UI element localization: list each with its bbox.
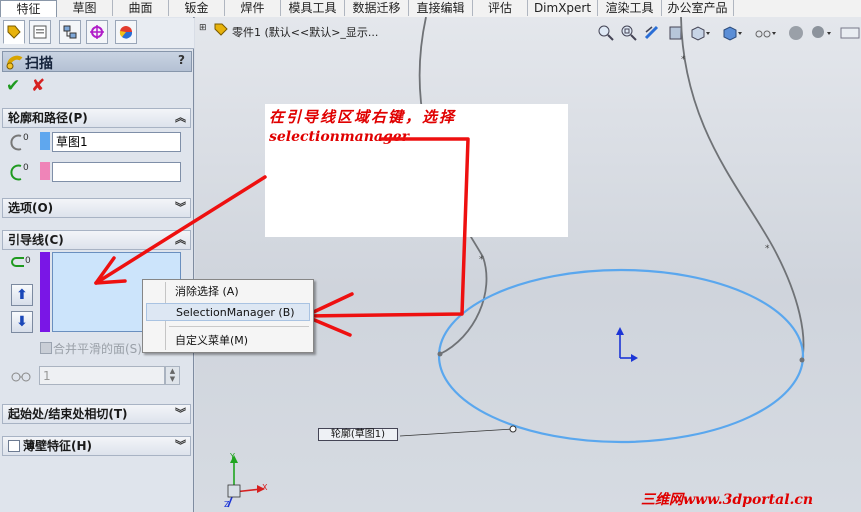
watermark: 三维网www.3dportal.cn — [641, 492, 814, 508]
menu-item-customize-menu[interactable]: 自定义菜单(M) — [169, 332, 309, 350]
menu-item-selection-manager[interactable]: SelectionManager (B) — [146, 303, 310, 321]
context-menu: 消除选择 (A) SelectionManager (B) 自定义菜单(M) — [142, 279, 314, 353]
menu-separator — [169, 326, 309, 327]
menu-item-clear-selections[interactable]: 消除选择 (A) — [169, 283, 309, 301]
annotation-arrows — [94, 137, 470, 337]
